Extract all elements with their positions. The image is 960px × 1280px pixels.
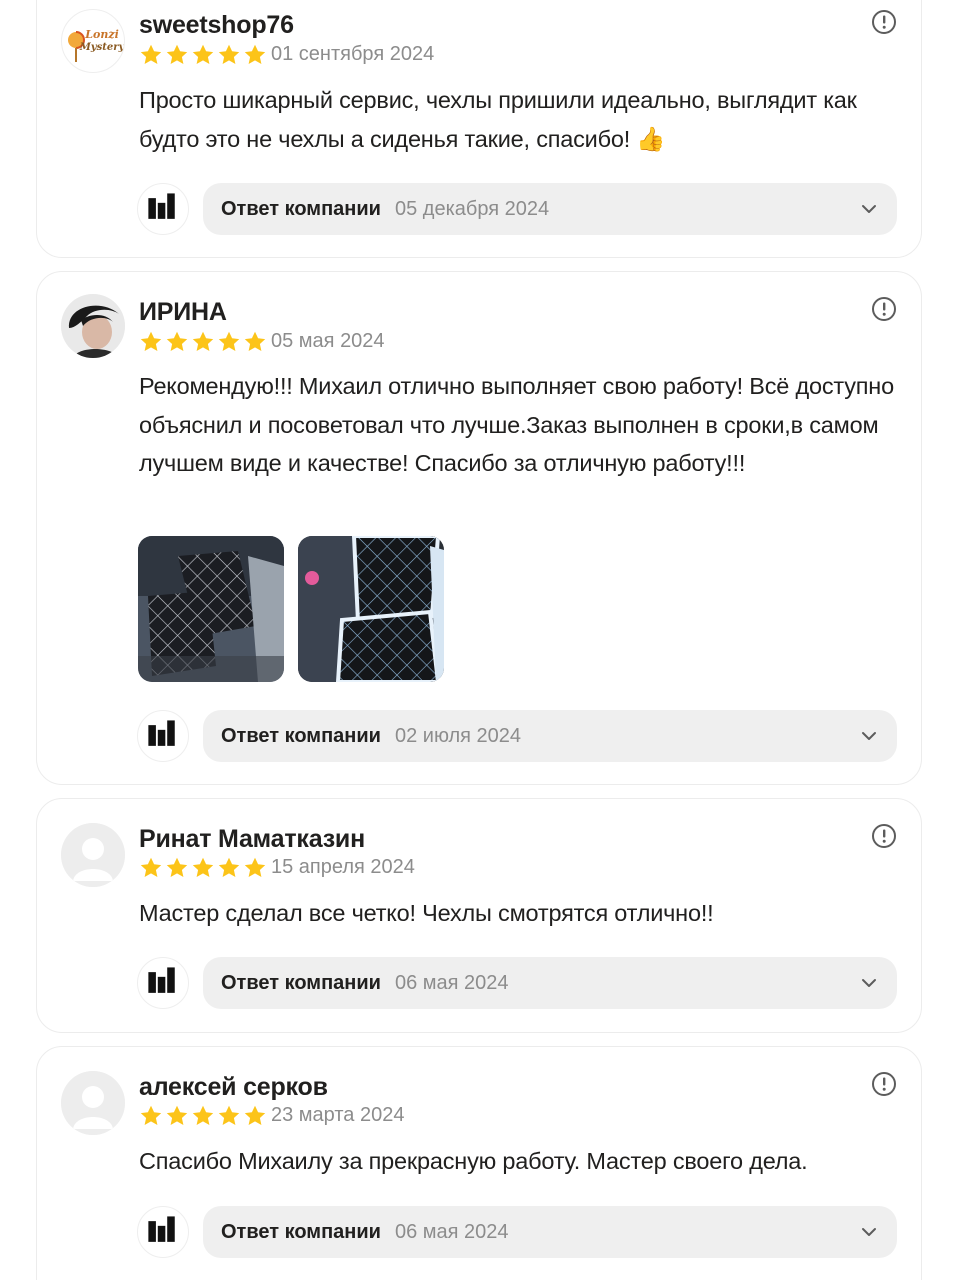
star-icon: [192, 857, 214, 877]
company-reply-date: 06 мая 2024: [394, 971, 509, 994]
avatar[interactable]: [61, 823, 125, 887]
company-logo-icon: [148, 1216, 175, 1242]
star-icon: [166, 331, 188, 351]
car-seat-cover-photo: [298, 536, 444, 682]
review-photo[interactable]: [298, 536, 444, 682]
star-icon: [166, 857, 188, 877]
company-reply-date: 05 декабря 2024: [394, 197, 550, 220]
author-name[interactable]: ИРИНА: [139, 298, 227, 327]
star-icon: [244, 857, 266, 877]
chevron-down-icon: [862, 979, 876, 987]
star-icon: [218, 857, 240, 877]
review-photo[interactable]: [138, 536, 284, 682]
review-card: алексей серков 23 марта 2024 Спасибо Мих…: [36, 1046, 922, 1280]
review-card: ИРИНА 05 мая 2024 Рекомендую!!! Михаил о…: [36, 271, 922, 785]
company-logo-icon: [148, 967, 175, 993]
info-icon[interactable]: [871, 9, 897, 35]
avatar[interactable]: [61, 294, 125, 358]
default-user-icon: [61, 823, 125, 887]
company-logo: [137, 183, 189, 235]
star-icon: [166, 1105, 188, 1125]
avatar[interactable]: [61, 1071, 125, 1135]
company-reply-label: Ответ компании: [221, 197, 381, 220]
info-icon[interactable]: [871, 823, 897, 849]
company-logo: [137, 957, 189, 1009]
review-date: 05 мая 2024: [271, 330, 385, 352]
review-date: 23 марта 2024: [271, 1104, 405, 1126]
author-name[interactable]: алексей серков: [139, 1073, 328, 1102]
company-reply-toggle[interactable]: Ответ компании 06 мая 2024: [203, 957, 897, 1009]
company-reply-label: Ответ компании: [221, 724, 381, 747]
review-text: Рекомендую!!! Михаил отлично выполняет с…: [139, 373, 894, 476]
author-name[interactable]: Ринат Маматказин: [139, 825, 365, 854]
company-reply-label: Ответ компании: [221, 971, 381, 994]
star-icon: [244, 44, 266, 64]
star-icon: [140, 44, 162, 64]
info-icon[interactable]: [871, 296, 897, 322]
company-logo-icon: [148, 720, 175, 746]
star-icon: [166, 44, 188, 64]
default-user-icon: [61, 1071, 125, 1135]
star-icon: [140, 331, 162, 351]
review-text: Просто шикарный сервис, чехлы пришили ид…: [139, 87, 857, 152]
info-icon[interactable]: [871, 1071, 897, 1097]
candy-shop-logo-icon: Lonzi Mystery: [68, 28, 125, 62]
rating-stars: [139, 330, 267, 354]
star-icon: [218, 44, 240, 64]
review-date: 01 сентября 2024: [271, 43, 435, 65]
star-icon: [140, 857, 162, 877]
star-icon: [192, 44, 214, 64]
chevron-down-icon: [862, 205, 876, 213]
review-text: Мастер сделал все четко! Чехлы смотрятся…: [139, 900, 714, 926]
star-icon: [218, 1105, 240, 1125]
rating-stars: [139, 43, 267, 67]
company-reply-toggle[interactable]: Ответ компании 05 декабря 2024: [203, 183, 897, 235]
star-icon: [192, 331, 214, 351]
company-logo: [137, 710, 189, 762]
chevron-down-icon: [862, 1228, 876, 1236]
avatar-logo-line-1: Lonzi: [84, 28, 119, 41]
company-logo-icon: [148, 193, 175, 219]
rating-stars: [139, 1104, 267, 1128]
review-card: Ринат Маматказин 15 апреля 2024 Мастер с…: [36, 798, 922, 1033]
company-reply-date: 06 мая 2024: [394, 1220, 509, 1243]
star-icon: [140, 1105, 162, 1125]
avatar-logo-line-2: Mystery: [79, 42, 125, 53]
user-photo-icon: [61, 294, 125, 358]
review-date: 15 апреля 2024: [271, 856, 415, 878]
star-icon: [244, 331, 266, 351]
review-text: Спасибо Михаилу за прекрасную работу. Ма…: [139, 1148, 808, 1174]
company-reply-label: Ответ компании: [221, 1220, 381, 1243]
company-reply-toggle[interactable]: Ответ компании 02 июля 2024: [203, 710, 897, 762]
star-icon: [192, 1105, 214, 1125]
chevron-down-icon: [862, 732, 876, 740]
review-card: Lonzi Mystery sweetshop76 01 сентября 20…: [36, 0, 922, 258]
star-icon: [218, 331, 240, 351]
rating-stars: [139, 856, 267, 880]
avatar[interactable]: Lonzi Mystery: [61, 9, 125, 73]
author-name[interactable]: sweetshop76: [139, 11, 294, 40]
star-icon: [244, 1105, 266, 1125]
company-reply-toggle[interactable]: Ответ компании 06 мая 2024: [203, 1206, 897, 1258]
car-seat-cover-photo: [138, 536, 284, 682]
company-logo: [137, 1206, 189, 1258]
company-reply-date: 02 июля 2024: [394, 724, 522, 747]
